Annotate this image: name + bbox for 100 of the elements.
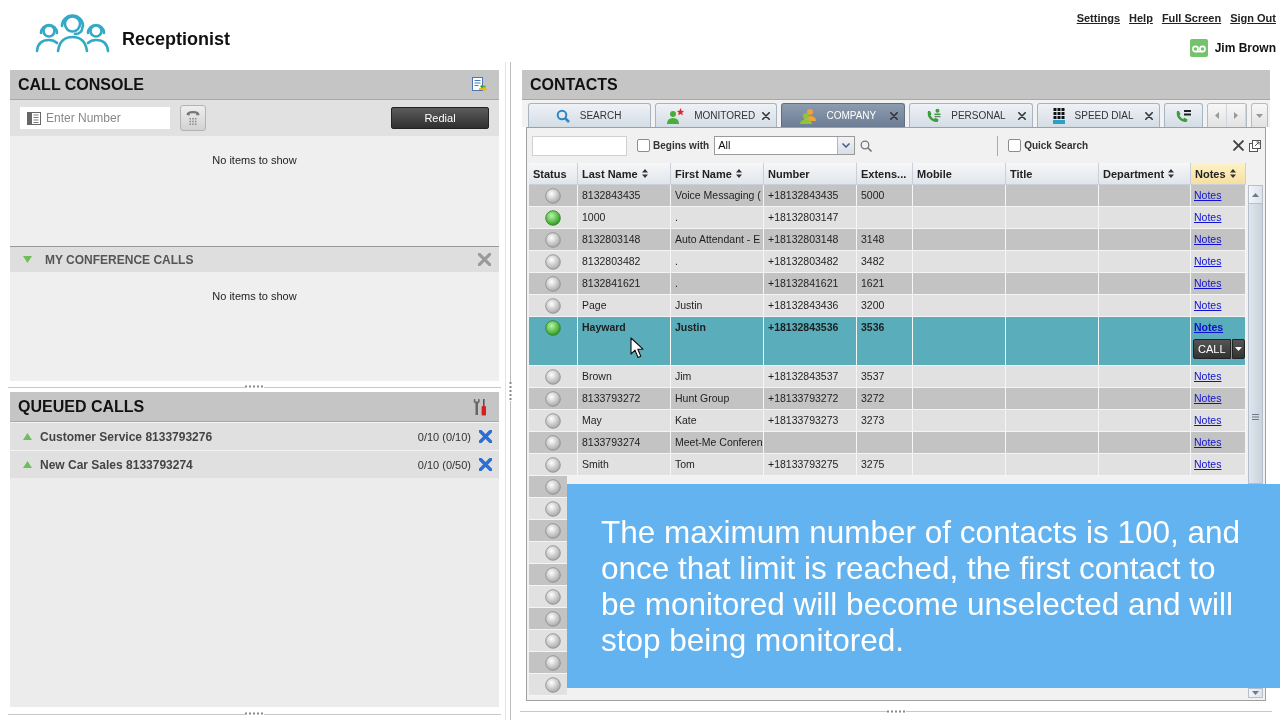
scroll-up-button[interactable] <box>1248 185 1263 204</box>
number-field[interactable]: Enter Number <box>20 107 170 129</box>
table-row[interactable] <box>529 564 567 586</box>
tab[interactable] <box>1163 103 1204 127</box>
table-row[interactable] <box>529 542 567 564</box>
close-icon[interactable] <box>1017 111 1026 120</box>
column-header[interactable]: Notes <box>1191 163 1246 185</box>
close-icon[interactable] <box>762 111 771 120</box>
notes-link[interactable]: Notes <box>1194 366 1222 387</box>
table-row[interactable]: Hayward Justin +18132843536 3536 Notes CALL <box>529 317 1246 366</box>
table-row[interactable] <box>529 630 567 652</box>
table-row[interactable] <box>529 476 567 498</box>
splitter-handle[interactable] <box>245 385 264 388</box>
header-link[interactable]: Full Screen <box>1161 11 1222 25</box>
scroll-down-button[interactable] <box>1248 688 1263 698</box>
scroll-right-button[interactable] <box>1227 104 1247 127</box>
expand-arrow-icon[interactable] <box>23 461 32 468</box>
tab-menu-button[interactable] <box>1251 103 1268 127</box>
table-cell-text: 8132843435 <box>582 188 641 203</box>
remove-icon[interactable] <box>479 430 492 443</box>
notes-link[interactable]: Notes <box>1194 410 1222 431</box>
splitter-handle[interactable] <box>509 382 512 401</box>
column-header[interactable]: Number <box>764 163 857 185</box>
header-link[interactable]: Settings <box>1076 11 1121 25</box>
checkbox[interactable] <box>1008 139 1022 152</box>
table-row[interactable] <box>529 586 567 608</box>
notes-link[interactable]: Notes <box>1194 185 1222 206</box>
table-cell-text: +18132843537 <box>768 369 839 384</box>
checkbox[interactable] <box>637 139 650 152</box>
table-row[interactable] <box>529 652 567 674</box>
section-title: MY CONFERENCE CALLS <box>45 252 195 267</box>
call-menu-button[interactable] <box>1231 339 1245 359</box>
notes-link[interactable]: Notes <box>1194 229 1222 250</box>
header-link[interactable]: Sign Out <box>1230 11 1276 25</box>
column-header[interactable]: Department <box>1099 163 1191 185</box>
table-row[interactable]: 1000 . +18132803147 Notes <box>529 207 1246 229</box>
call-button[interactable]: CALL <box>1193 339 1231 359</box>
table-row[interactable] <box>529 520 567 542</box>
notes-link[interactable]: Notes <box>1194 251 1222 272</box>
dial-button[interactable] <box>180 105 206 131</box>
notes-link[interactable]: Notes <box>1194 273 1222 294</box>
remove-icon[interactable] <box>479 458 492 471</box>
column-header[interactable]: Extens... <box>857 163 913 185</box>
checkbox-label: Begins with <box>653 140 710 151</box>
notes-link[interactable]: Notes <box>1194 432 1222 453</box>
notes-link[interactable]: Notes <box>1194 295 1222 316</box>
notes-link[interactable]: Notes <box>1194 207 1222 228</box>
splitter-handle[interactable] <box>886 709 906 713</box>
scroll-left-button[interactable] <box>1208 104 1228 127</box>
queue-counts: 0/10 (0/10) <box>417 430 471 443</box>
collapse-arrow-icon[interactable] <box>23 256 32 263</box>
table-row[interactable] <box>529 608 567 630</box>
table-row[interactable]: 8132841621 . +18132841621 1621 Notes <box>529 273 1246 295</box>
tab[interactable]: SEARCH <box>528 103 652 127</box>
splitter-handle[interactable] <box>245 712 264 715</box>
table-cell-text: 3272 <box>861 391 885 406</box>
notes-link[interactable]: Notes <box>1194 317 1224 338</box>
table-cell-text: 3275 <box>861 457 885 472</box>
scrollbar-thumb[interactable] <box>1248 204 1263 484</box>
table-row[interactable]: 8132803148 Auto Attendant - E +18132803148 3148 Notes <box>529 229 1246 251</box>
tab[interactable]: PERSONAL <box>909 103 1033 127</box>
panel-title: CONTACTS <box>530 75 618 94</box>
table-row[interactable]: Smith Tom +18133793275 3275 Notes <box>529 454 1246 476</box>
table-cell-text: Meet-Me Conferen <box>675 435 763 450</box>
tab[interactable]: MONITORED <box>655 103 778 127</box>
panel-title: CALL CONSOLE <box>18 75 144 94</box>
column-header[interactable]: Status <box>529 163 578 185</box>
popout-icon[interactable] <box>1249 139 1261 152</box>
expand-arrow-icon[interactable] <box>23 433 32 440</box>
search-button[interactable] <box>860 139 873 152</box>
table-row[interactable]: 8132803482 . +18132803482 3482 Notes <box>529 251 1246 273</box>
table-row[interactable]: Brown Jim +18132843537 3537 Notes <box>529 366 1246 388</box>
notes-link[interactable]: Notes <box>1194 388 1222 409</box>
table-row[interactable] <box>529 498 567 520</box>
tab[interactable]: SPEED DIAL <box>1036 103 1160 127</box>
table-row[interactable]: 8133793274 Meet-Me Conferen Notes <box>529 432 1246 454</box>
header-link[interactable]: Help <box>1129 11 1153 25</box>
column-header[interactable]: First Name <box>671 163 764 185</box>
column-header[interactable]: Last Name <box>578 163 671 185</box>
voicemail-icon[interactable] <box>1189 39 1208 57</box>
close-icon[interactable] <box>1144 111 1153 120</box>
table-cell-text: 8132803482 <box>582 254 641 269</box>
search-field[interactable] <box>532 135 627 156</box>
column-header[interactable]: Mobile <box>913 163 1006 185</box>
table-cell-text: 3273 <box>861 413 885 428</box>
phone-keypad-icon <box>186 110 200 126</box>
table-row[interactable]: 8133793272 Hunt Group +18133793272 3272 Notes <box>529 388 1246 410</box>
table-cell-text: 8132803148 <box>582 232 641 247</box>
tools-icon[interactable] <box>473 397 487 416</box>
table-row[interactable]: 8132843435 Voice Messaging ( +18132843435 5000 Notes <box>529 185 1246 207</box>
table-row[interactable]: May Kate +18133793273 3273 Notes <box>529 410 1246 432</box>
table-row[interactable] <box>529 674 567 696</box>
document-arrows-icon[interactable] <box>472 76 487 93</box>
match-select[interactable]: All <box>714 136 856 155</box>
notes-link[interactable]: Notes <box>1194 454 1222 475</box>
table-cell-text: 1621 <box>861 276 885 291</box>
table-row[interactable]: Page Justin +18132843436 3200 Notes <box>529 295 1246 317</box>
redial-button[interactable]: Redial <box>391 107 489 129</box>
close-icon[interactable] <box>1233 140 1244 151</box>
column-header[interactable]: Title <box>1006 163 1099 185</box>
